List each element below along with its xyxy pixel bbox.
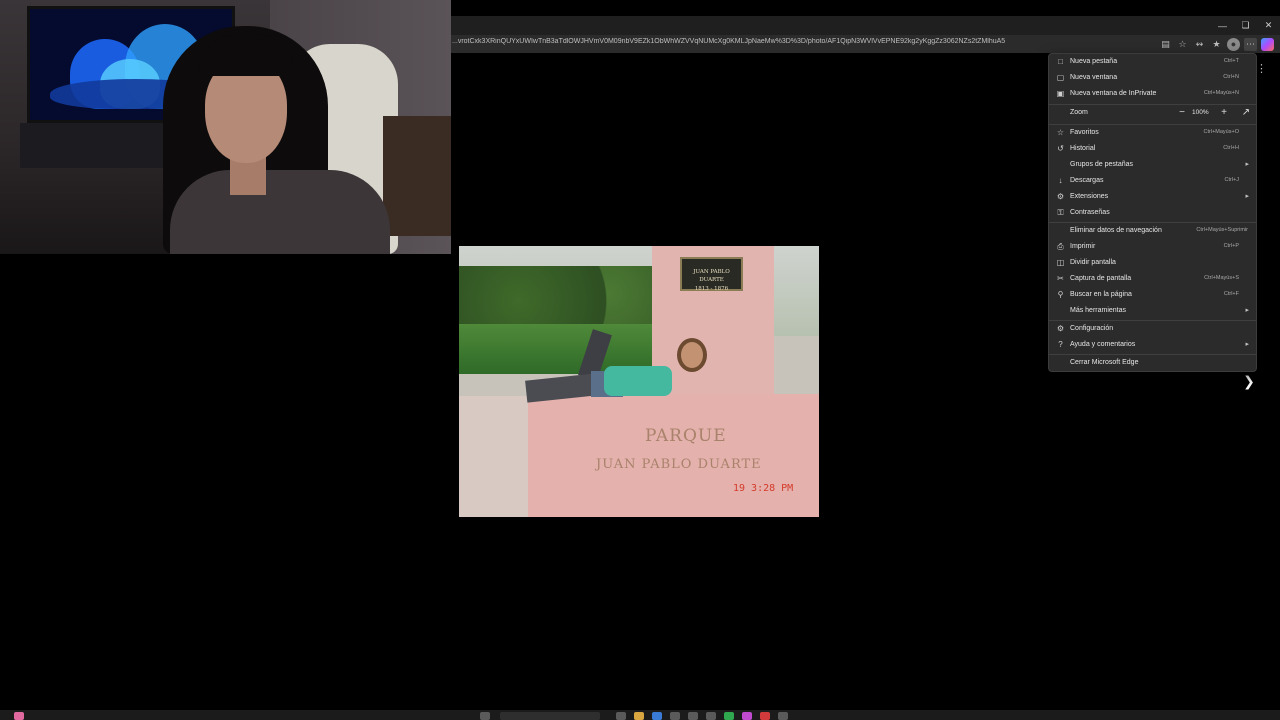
taskbar-edge-icon[interactable] xyxy=(652,712,662,720)
menu-item-find-in-page[interactable]: ⚲ Buscar en la página Ctrl+F xyxy=(1049,287,1256,303)
photo-wall-text-line1: PARQUE xyxy=(645,426,727,446)
photo-wall-text-line2: JUAN PABLO DUARTE xyxy=(596,457,762,472)
photo-date-stamp: 19 3:28 PM xyxy=(733,483,794,494)
webcam-person-body xyxy=(170,170,390,254)
favorites-icon: ☆ xyxy=(1056,128,1065,137)
menu-item-print[interactable]: ⎙ Imprimir Ctrl+P xyxy=(1049,239,1256,255)
find-icon: ⚲ xyxy=(1057,290,1064,299)
menu-item-inprivate-window[interactable]: ▣ Nueva ventana de InPrivate Ctrl+Mayús+… xyxy=(1049,86,1256,102)
fullscreen-icon[interactable]: ↗ xyxy=(1240,107,1252,119)
taskbar-app-icon[interactable] xyxy=(742,712,752,720)
menu-item-settings[interactable]: ⚙ Configuración xyxy=(1049,321,1256,337)
photo-wall xyxy=(528,394,819,517)
downloads-icon: ↓ xyxy=(1058,176,1063,185)
menu-item-zoom: Zoom − 100% + ↗ xyxy=(1070,107,1252,119)
help-icon: ? xyxy=(1058,340,1063,349)
taskbar-app-icon[interactable] xyxy=(778,712,788,720)
menu-item-tab-groups[interactable]: Grupos de pestañas ▸ xyxy=(1049,157,1256,173)
menu-item-new-window[interactable]: ▢ Nueva ventana Ctrl+N xyxy=(1049,70,1256,86)
menu-item-screenshot[interactable]: ✂ Captura de pantalla Ctrl+Mayús+S xyxy=(1049,271,1256,287)
extensions-icon: ⚙ xyxy=(1056,192,1065,201)
chevron-right-icon: ▸ xyxy=(1245,193,1249,200)
chevron-right-icon: ▸ xyxy=(1245,341,1249,348)
taskbar-app-icon[interactable] xyxy=(688,712,698,720)
taskbar-app-icon[interactable] xyxy=(616,712,626,720)
taskbar-app-icon[interactable] xyxy=(724,712,734,720)
reading-mode-icon[interactable]: ▤ xyxy=(1159,38,1172,51)
zoom-level: 100% xyxy=(1192,109,1209,116)
history-icon: ↺ xyxy=(1057,144,1064,153)
profile-icon[interactable]: ● xyxy=(1227,37,1240,51)
browser-title-bar: — ❏ ✕ xyxy=(450,16,1280,35)
menu-item-help[interactable]: ? Ayuda y comentarios ▸ xyxy=(1049,337,1256,353)
webcam-painting xyxy=(383,116,451,236)
extensions-icon[interactable]: ↭ xyxy=(1193,38,1206,51)
zoom-out-icon[interactable]: − xyxy=(1176,107,1188,119)
menu-item-history[interactable]: ↺ Historial Ctrl+H xyxy=(1049,141,1256,157)
close-icon[interactable]: ✕ xyxy=(1257,16,1280,35)
screenshot-icon: ✂ xyxy=(1057,274,1064,283)
menu-item-clear-browsing-data[interactable]: Eliminar datos de navegación Ctrl+Mayús+… xyxy=(1049,223,1256,239)
more-menu-icon[interactable]: ⋯ xyxy=(1244,37,1257,51)
settings-icon: ⚙ xyxy=(1056,324,1065,333)
photo-girl-head xyxy=(677,338,707,372)
settings-menu: □ Nueva pestaña Ctrl+T ▢ Nueva ventana C… xyxy=(1048,53,1257,372)
menu-item-more-tools[interactable]: Más herramientas ▸ xyxy=(1049,303,1256,319)
menu-item-extensions[interactable]: ⚙ Extensiones ▸ xyxy=(1049,189,1256,205)
restore-icon[interactable]: ❏ xyxy=(1234,16,1257,35)
taskbar-explorer-icon[interactable] xyxy=(634,712,644,720)
taskbar-start-icon[interactable] xyxy=(480,712,490,720)
taskbar-app-icon[interactable] xyxy=(760,712,770,720)
new-window-icon: ▢ xyxy=(1056,73,1065,82)
chevron-right-icon: ▸ xyxy=(1245,307,1249,314)
photo-more-options-icon[interactable]: ⋮ xyxy=(1256,62,1267,76)
zoom-in-icon[interactable]: + xyxy=(1218,107,1230,119)
menu-item-split-screen[interactable]: ◫ Dividir pantalla xyxy=(1049,255,1256,271)
menu-item-downloads[interactable]: ↓ Descargas Ctrl+J xyxy=(1049,173,1256,189)
taskbar xyxy=(0,710,1280,720)
url-text[interactable]: ...vrotCxk3XRinQUYxUWIwTnB3aTdlOWJHVmV0M… xyxy=(452,38,1152,45)
taskbar-app-icon[interactable] xyxy=(670,712,680,720)
new-tab-icon: □ xyxy=(1058,57,1063,66)
viewed-photo[interactable]: JUAN PABLO DUARTE 1813 - 1876 PARQUE JUA… xyxy=(459,246,819,517)
taskbar-app-icon[interactable] xyxy=(14,712,24,720)
window-controls: — ❏ ✕ xyxy=(1211,16,1280,35)
print-icon: ⎙ xyxy=(1057,242,1064,251)
taskbar-app-icon[interactable] xyxy=(706,712,716,720)
browser-toolbar: ▤ ☆ ↭ ★ ● ⋯ c xyxy=(1159,36,1274,52)
address-bar[interactable]: ...vrotCxk3XRinQUYxUWIwTnB3aTdlOWJHVmV0M… xyxy=(450,35,1280,53)
copilot-icon[interactable]: c xyxy=(1261,37,1274,51)
menu-item-passwords[interactable]: ⚿ Contraseñas xyxy=(1049,205,1256,221)
taskbar-search-box[interactable] xyxy=(500,712,600,720)
next-photo-arrow-icon[interactable]: ❯ xyxy=(1240,372,1258,390)
inprivate-icon: ▣ xyxy=(1056,89,1065,98)
favorite-star-icon[interactable]: ☆ xyxy=(1176,38,1189,51)
minimize-icon[interactable]: — xyxy=(1211,16,1234,35)
split-screen-icon: ◫ xyxy=(1056,258,1065,267)
plaque-years: 1813 - 1876 xyxy=(694,285,729,292)
menu-item-new-tab[interactable]: □ Nueva pestaña Ctrl+T xyxy=(1049,54,1256,70)
webcam-overlay xyxy=(0,0,451,254)
plaque-name: JUAN PABLO DUARTE xyxy=(693,269,730,284)
menu-item-favorites[interactable]: ☆ Favoritos Ctrl+Mayús+O xyxy=(1049,125,1256,141)
menu-item-close-edge[interactable]: Cerrar Microsoft Edge xyxy=(1049,355,1256,371)
passwords-icon: ⚿ xyxy=(1057,208,1064,217)
photo-plaque: JUAN PABLO DUARTE 1813 - 1876 xyxy=(680,257,743,292)
favorites-bar-icon[interactable]: ★ xyxy=(1210,38,1223,51)
photo-girl-body xyxy=(604,366,672,396)
chevron-right-icon: ▸ xyxy=(1245,161,1249,168)
